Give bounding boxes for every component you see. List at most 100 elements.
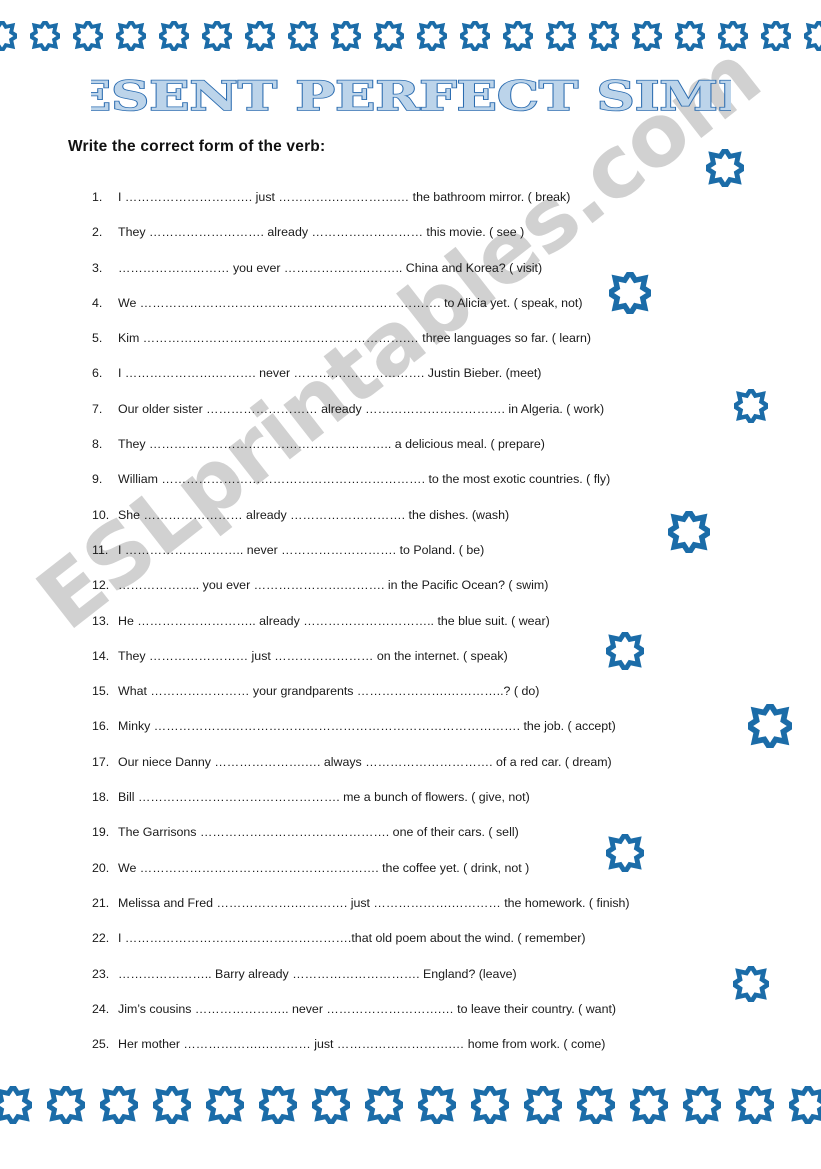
exercise-sentence[interactable]: I ………………….………. never ……….…………………. Justin…: [118, 366, 732, 380]
exercise-sentence[interactable]: William ………………………………………………………. to the mo…: [118, 472, 732, 486]
sun-icon: [95, 1081, 143, 1129]
exercise-number: 2.: [92, 225, 103, 240]
sun-icon: [42, 1081, 90, 1129]
sun-icon: [671, 17, 709, 55]
sun-icon: [0, 1081, 37, 1129]
sun-icon: [800, 17, 821, 55]
sun-icon: [603, 266, 657, 320]
sun-icon: [370, 17, 408, 55]
exercise-row: 21. Melissa and Fred ……………….…………. just ………: [92, 896, 732, 931]
page-title: PRESENT PERFECT SIMPLE: [0, 70, 821, 126]
exercise-sentence[interactable]: I …………………………. just ………….…………….… the bath…: [118, 190, 732, 204]
exercise-row: 5. Kim ……………………………………………………….… three lang…: [92, 331, 732, 366]
sun-icon: [572, 1081, 620, 1129]
exercise-sentence[interactable]: ………………….. Barry already …………………………. Engl…: [118, 967, 732, 981]
exercise-sentence[interactable]: Melissa and Fred ……………….…………. just ………………: [118, 896, 732, 910]
exercise-sentence[interactable]: What …………………… your grandparents ………………….…: [118, 684, 732, 698]
sun-icon: [729, 384, 773, 428]
exercise-number: 24.: [92, 1001, 110, 1016]
sun-icon: [757, 17, 795, 55]
exercise-number: 16.: [92, 719, 110, 734]
sun-icon: [701, 144, 749, 192]
exercise-sentence[interactable]: I ……………………………………………….that old poem about…: [118, 931, 732, 945]
sun-icon: [26, 17, 64, 55]
sun-icon: [254, 1081, 302, 1129]
sun-icon: [519, 1081, 567, 1129]
sun-icon: [742, 698, 798, 754]
exercise-number: 21.: [92, 895, 110, 910]
sun-icon: [148, 1081, 196, 1129]
exercise-sentence[interactable]: They ………………………. already ……………………… this m…: [118, 225, 732, 239]
exercise-row: 22. I ……………………………………………….that old poem ab…: [92, 931, 732, 966]
exercise-row: 11. I ……………………….. never ………………………. to Pol…: [92, 543, 732, 578]
sun-icon: [731, 1081, 779, 1129]
sun-icon: [800, 17, 821, 55]
exercise-row: 6. I ………………….………. never ……….…………………. Just…: [92, 366, 732, 401]
sun-icon: [0, 17, 21, 55]
exercise-number: 12.: [92, 578, 110, 593]
sun-icon: [585, 17, 623, 55]
sun-icon: [69, 17, 107, 55]
top-sun-border: [0, 14, 821, 58]
sun-icon: [0, 17, 21, 55]
sun-icon: [95, 1081, 143, 1129]
sun-icon: [784, 1081, 821, 1129]
exercise-row: 1. I …………………………. just ………….…………….… the ba…: [92, 190, 732, 225]
sun-icon: [241, 17, 279, 55]
bottom-sun-border: [0, 1076, 821, 1134]
sun-icon: [360, 1081, 408, 1129]
exercise-row: 25. Her mother ……………….………… just …………………………: [92, 1037, 732, 1072]
sun-icon: [198, 17, 236, 55]
exercise-row: 16. Minky ……………….…………………………………………………………….…: [92, 719, 732, 754]
sun-icon: [499, 17, 537, 55]
sun-icon: [731, 1081, 779, 1129]
exercise-row: 18. Bill …………………………………………. me a bunch of …: [92, 790, 732, 825]
sun-icon: [456, 17, 494, 55]
exercise-sentence[interactable]: Our older sister ……………………… already ………………: [118, 402, 732, 416]
sun-icon: [201, 1081, 249, 1129]
exercise-number: 14.: [92, 648, 110, 663]
sun-icon: [714, 17, 752, 55]
sun-icon: [601, 627, 649, 675]
exercise-row: 2. They ………………………. already ……………………… this…: [92, 225, 732, 260]
sun-icon: [728, 961, 774, 1007]
exercise-number: 20.: [92, 860, 110, 875]
exercise-sentence[interactable]: She …………………… already ………………………. the dish…: [118, 508, 732, 522]
exercise-row: 9. William ………………………………………………………. to the …: [92, 472, 732, 507]
exercise-number: 5.: [92, 331, 103, 346]
sun-icon: [413, 17, 451, 55]
exercise-sentence[interactable]: Jim’s cousins ………………….. never ……………………….…: [118, 1002, 732, 1016]
exercise-sentence[interactable]: He ……………………….. already ………………………….. the …: [118, 614, 732, 628]
exercise-sentence[interactable]: Her mother ……………….………… just ……………………….… …: [118, 1037, 732, 1051]
sun-icon: [112, 17, 150, 55]
instruction-text: Write the correct form of the verb:: [68, 138, 326, 155]
sun-icon: [628, 17, 666, 55]
exercise-sentence[interactable]: Minky ……………….……………………………………………………………. th…: [118, 719, 732, 733]
exercise-sentence[interactable]: Bill …………………………………………. me a bunch of flo…: [118, 790, 732, 804]
exercise-sentence[interactable]: ……………….. you ever ………………….………. in the Pa…: [118, 578, 732, 592]
exercise-sentence[interactable]: They ………………………………………………….. a delicious m…: [118, 437, 732, 451]
sun-icon: [671, 17, 709, 55]
sun-icon: [413, 1081, 461, 1129]
sun-icon: [201, 1081, 249, 1129]
exercise-sentence[interactable]: I ……………………….. never ………………………. to Poland…: [118, 543, 732, 557]
sun-icon: [155, 17, 193, 55]
exercise-sentence[interactable]: Our niece Danny ………………….…. always …………………: [118, 755, 732, 769]
sun-icon: [757, 17, 795, 55]
exercise-sentence[interactable]: Kim ……………………………………………………….… three langua…: [118, 331, 732, 345]
sun-icon: [714, 17, 752, 55]
sun-icon: [601, 829, 649, 877]
sun-icon: [284, 17, 322, 55]
sun-icon: [284, 17, 322, 55]
sun-icon: [662, 505, 716, 559]
exercise-number: 17.: [92, 754, 110, 769]
sun-icon: [155, 17, 193, 55]
sun-icon: [360, 1081, 408, 1129]
sun-icon: [370, 17, 408, 55]
sun-icon: [625, 1081, 673, 1129]
sun-icon: [327, 17, 365, 55]
sun-icon: [542, 17, 580, 55]
exercise-row: 23. ………………….. Barry already …………………………. E…: [92, 967, 732, 1002]
sun-icon: [678, 1081, 726, 1129]
sun-icon: [585, 17, 623, 55]
